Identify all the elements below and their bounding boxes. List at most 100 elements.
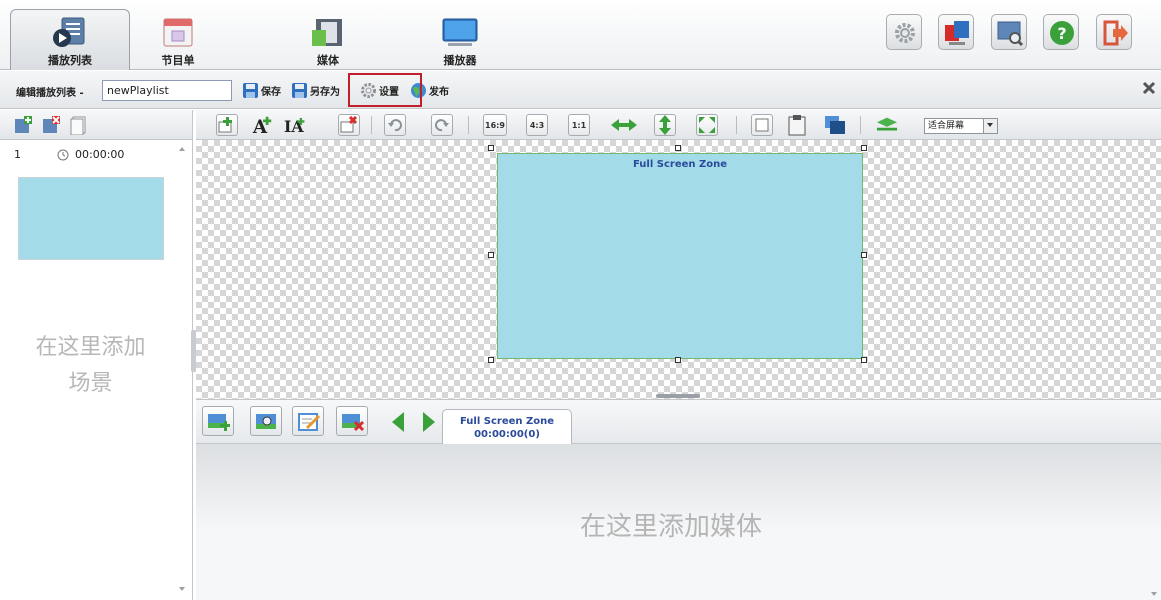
blank-page-icon (755, 118, 769, 132)
redo-icon (435, 119, 449, 132)
add-scene-button[interactable] (12, 114, 34, 136)
add-text-button[interactable]: A (252, 114, 274, 136)
system-settings-button[interactable] (886, 14, 922, 50)
undo-icon (388, 119, 402, 132)
close-icon[interactable] (1141, 80, 1157, 96)
layers-button[interactable] (824, 114, 846, 136)
expand-icon (699, 117, 715, 133)
canvas-resize-grip[interactable] (656, 394, 700, 398)
fit-width-button[interactable] (610, 114, 638, 136)
fit-height-button[interactable] (654, 114, 676, 136)
displays-button[interactable] (938, 14, 974, 50)
undo-button[interactable] (384, 114, 406, 136)
media-scrollbar[interactable] (1148, 444, 1161, 600)
svg-text:?: ? (1057, 24, 1066, 43)
help-icon: ? (1050, 21, 1074, 45)
logout-button[interactable] (1096, 14, 1132, 50)
canvas-toolbar: A IA 16:9 4:3 1:1 适合屏幕 (196, 110, 1161, 140)
edit-icon (298, 413, 321, 431)
scrolling-text-icon: IA (284, 117, 305, 136)
delete-zone-button[interactable] (338, 114, 360, 136)
zone-label: Full Screen Zone (632, 159, 728, 170)
horizontal-arrows-icon (611, 119, 637, 131)
previous-arrow-icon[interactable] (391, 411, 405, 433)
tab-media-label: 媒体 (317, 54, 339, 67)
resize-handle[interactable] (675, 357, 681, 363)
delete-scene-button[interactable] (40, 114, 62, 136)
full-screen-zone[interactable]: Full Screen Zone (497, 153, 863, 359)
save-icon (243, 83, 258, 98)
add-scene-icon (15, 116, 32, 133)
toolbar-separator (371, 116, 372, 134)
layout-canvas[interactable]: Full Screen Zone (196, 140, 1161, 400)
film-icon (310, 16, 346, 48)
gear-icon (895, 23, 915, 43)
scene-item[interactable]: 1 00:00:00 (14, 148, 124, 161)
chevron-down-icon (983, 119, 997, 133)
tab-playlist[interactable]: 播放列表 (10, 9, 130, 70)
tab-player[interactable]: 播放器 (415, 10, 505, 68)
scene-list-scrollbar[interactable] (175, 140, 189, 600)
settings-highlight-box (348, 73, 422, 107)
toolbar-separator (468, 116, 469, 134)
paste-button[interactable] (786, 114, 808, 136)
blank-zone-button[interactable] (751, 114, 773, 136)
next-arrow-icon[interactable] (422, 411, 436, 433)
add-media-icon (208, 414, 230, 431)
zone-media-tab[interactable]: Full Screen Zone 00:00:00(0) (442, 409, 572, 445)
resize-handle[interactable] (488, 357, 494, 363)
add-media-hint: 在这里添加媒体 (579, 512, 762, 542)
edit-media-button[interactable] (292, 406, 324, 436)
publish-label: 发布 (429, 87, 449, 98)
zone-tab-time: 00:00:00(0) (474, 429, 540, 440)
replace-media-icon (256, 414, 276, 429)
tab-media[interactable]: 媒体 (283, 10, 373, 68)
copy-scene-button[interactable] (68, 114, 90, 136)
scene-index: 1 (14, 148, 21, 161)
tab-schedule[interactable]: 节目单 (143, 10, 213, 68)
ratio-4-3-button[interactable]: 4:3 (526, 114, 548, 136)
top-navigation: 播放列表 节目单 媒体 播放器 ? (0, 0, 1161, 70)
zoom-select[interactable]: 适合屏幕 (924, 118, 998, 134)
resize-handle[interactable] (488, 252, 494, 258)
add-media-button[interactable] (202, 406, 234, 436)
playlist-edit-bar: 编辑播放列表 - 保存 另存为 设置 发布 (0, 71, 1161, 109)
resize-handle[interactable] (488, 145, 494, 151)
playlist-name-input[interactable] (102, 80, 232, 101)
save-as-button[interactable]: 另存为 (291, 82, 340, 99)
resize-handle[interactable] (675, 145, 681, 151)
tab-player-label: 播放器 (443, 54, 477, 67)
screen-search-button[interactable] (991, 14, 1027, 50)
add-text-icon: A (252, 116, 272, 136)
scene-thumbnail[interactable] (18, 177, 164, 260)
save-button[interactable]: 保存 (242, 82, 281, 99)
scene-toolbar (0, 110, 193, 140)
delete-media-icon (342, 414, 365, 432)
layers-icon (825, 116, 845, 134)
redo-button[interactable] (431, 114, 453, 136)
zoom-select-value: 适合屏幕 (928, 121, 965, 131)
help-button[interactable]: ? (1043, 14, 1079, 50)
resize-handle[interactable] (861, 145, 867, 151)
align-button[interactable] (876, 114, 898, 136)
toolbar-separator (860, 116, 861, 134)
delete-scene-icon (43, 116, 60, 133)
fit-all-button[interactable] (696, 114, 718, 136)
ratio-16-9-button[interactable]: 16:9 (483, 114, 507, 136)
delete-zone-icon (340, 116, 358, 133)
add-scrolling-text-button[interactable]: IA (284, 114, 306, 136)
resize-handle[interactable] (861, 357, 867, 363)
replace-media-button[interactable] (250, 406, 282, 436)
add-zone-icon (218, 117, 232, 133)
media-drop-area[interactable]: 在这里添加媒体 (196, 444, 1161, 600)
tab-schedule-label: 节目单 (161, 54, 195, 67)
monitor-icon (442, 16, 478, 48)
displays-icon (945, 21, 969, 45)
delete-media-button[interactable] (336, 406, 368, 436)
logout-icon (1103, 20, 1128, 46)
clock-icon (57, 149, 69, 160)
resize-handle[interactable] (861, 252, 867, 258)
add-zone-button[interactable] (216, 114, 238, 136)
ratio-1-1-button[interactable]: 1:1 (568, 114, 590, 136)
save-as-label: 另存为 (310, 87, 340, 98)
